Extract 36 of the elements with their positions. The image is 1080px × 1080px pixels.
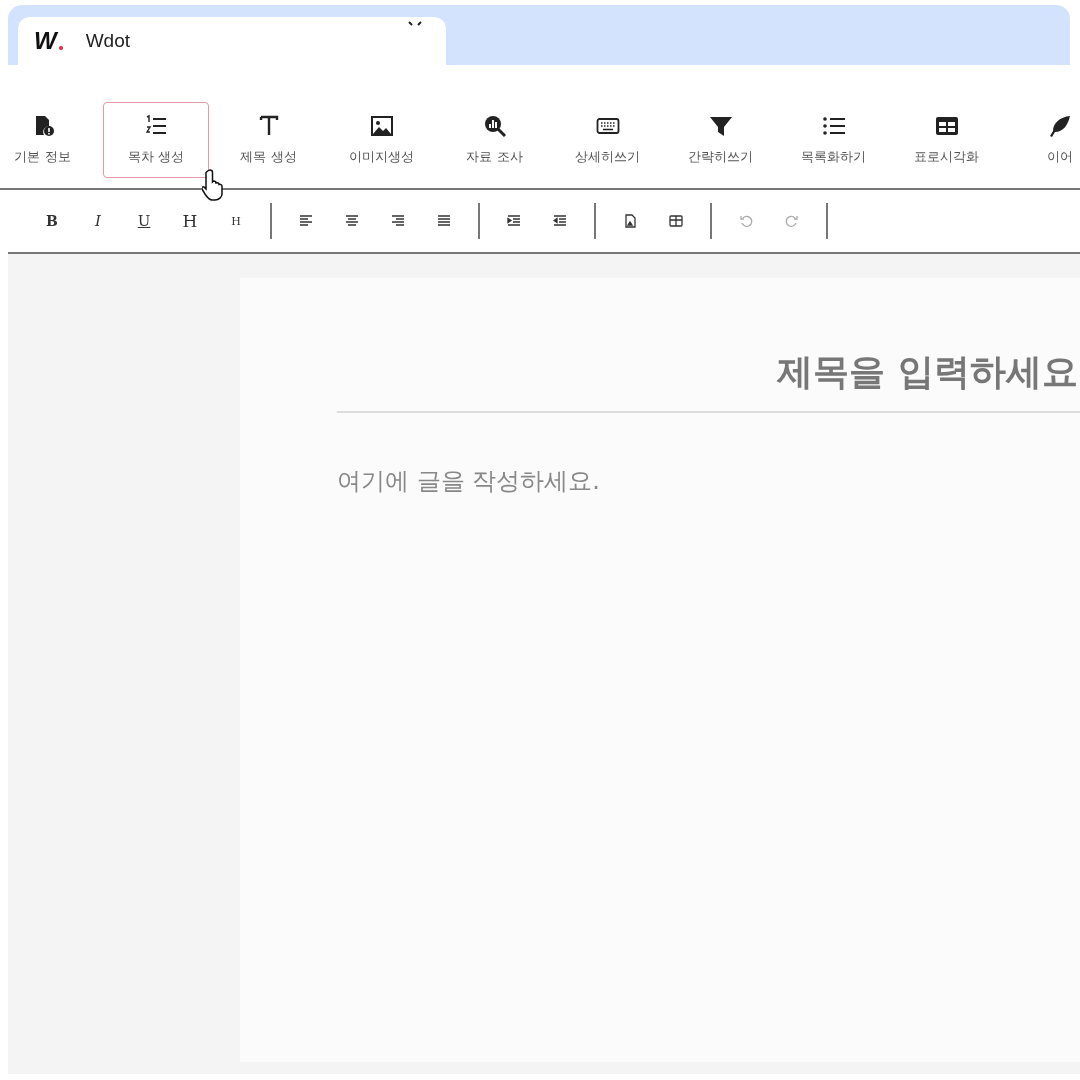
- justify-icon: [437, 214, 451, 228]
- tab-title: Wdot: [85, 30, 130, 52]
- table-icon: [669, 214, 683, 228]
- list-icon: [821, 114, 846, 138]
- image-file-icon: [623, 214, 637, 228]
- format-button[interactable]: B: [38, 207, 66, 235]
- outdent-icon: [553, 214, 567, 228]
- redo-icon: [785, 214, 799, 228]
- browser-tab[interactable]: W Wdot: [18, 17, 446, 65]
- align-center-icon: [345, 214, 359, 228]
- format-button[interactable]: H: [176, 207, 204, 235]
- tool-button[interactable]: 상세히쓰기: [551, 102, 664, 178]
- indent-icon: [507, 214, 521, 228]
- search-icon: [482, 114, 507, 138]
- tool-button[interactable]: 간략히쓰기: [664, 102, 777, 178]
- align-right-icon: [391, 214, 405, 228]
- feather-icon: [1047, 114, 1072, 138]
- undo-icon: [739, 214, 753, 228]
- filter-icon: [708, 114, 733, 138]
- image-icon: [369, 114, 394, 138]
- tool-button[interactable]: 제목 생성: [212, 102, 325, 178]
- table-icon: [934, 114, 959, 138]
- align-left-icon: [299, 214, 313, 228]
- logo: W: [32, 26, 64, 56]
- tool-button[interactable]: 기본 정보: [0, 102, 99, 178]
- chevron-icon[interactable]: [408, 21, 422, 27]
- tool-button[interactable]: 목록화하기: [777, 102, 890, 178]
- tool-button[interactable]: 목차 생성: [103, 102, 209, 178]
- tool-button[interactable]: 이어: [1003, 102, 1080, 178]
- tool-button[interactable]: 이미지생성: [325, 102, 438, 178]
- title-field[interactable]: 제목을 입력하세요: [337, 348, 1080, 413]
- tool-button[interactable]: 자료 조사: [438, 102, 551, 178]
- format-button[interactable]: U: [130, 207, 158, 235]
- format-button[interactable]: I: [84, 207, 112, 235]
- tool-button[interactable]: 표로시각화: [890, 102, 1003, 178]
- format-button[interactable]: H: [222, 207, 250, 235]
